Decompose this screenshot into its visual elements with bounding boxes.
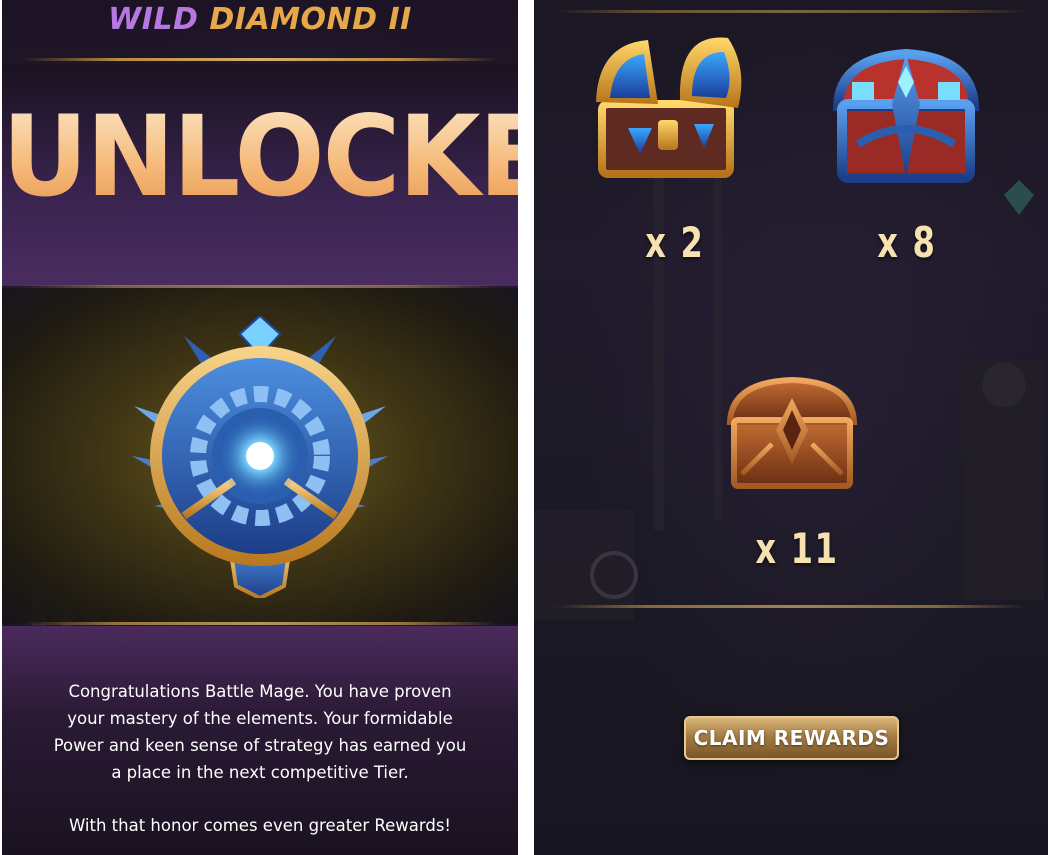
tier-title-word2: DIAMOND II — [209, 2, 412, 37]
diamond-tier-badge-icon — [132, 316, 388, 598]
gold-chest-quantity: x 2 — [645, 218, 705, 267]
message-line-1: Congratulations Battle Mage. You have pr… — [68, 682, 452, 701]
wooden-chest-icon — [726, 376, 858, 489]
message-line-2: your mastery of the elements. Your formi… — [67, 709, 453, 728]
tier-title: WILD DIAMOND II — [2, 2, 518, 37]
blue-chest-quantity: x 8 — [877, 218, 937, 267]
wooden-chest-quantity: x 11 — [755, 524, 839, 573]
badge-divider — [22, 622, 498, 625]
gold-chest-icon — [596, 37, 742, 178]
top-divider — [554, 10, 1028, 13]
claim-rewards-button[interactable]: CLAIM REWARDS — [684, 716, 899, 760]
title-divider — [22, 58, 498, 61]
closing-line: With that honor comes even greater Rewar… — [68, 816, 452, 835]
unlocked-headline: UNLOCKED — [2, 101, 518, 212]
blue-chest-icon — [832, 48, 980, 183]
tier-title-word1: WILD — [108, 2, 199, 37]
tier-unlocked-panel: WILD DIAMOND II UNLOCKED — [2, 0, 518, 855]
message-line-4: a place in the next competitive Tier. — [111, 763, 409, 782]
rewards-divider — [554, 605, 1028, 608]
message-line-3: Power and keen sense of strategy has ear… — [53, 736, 467, 755]
rewards-panel: x 2 x 8 x 11 CLAIM REWARDS — [534, 0, 1048, 855]
